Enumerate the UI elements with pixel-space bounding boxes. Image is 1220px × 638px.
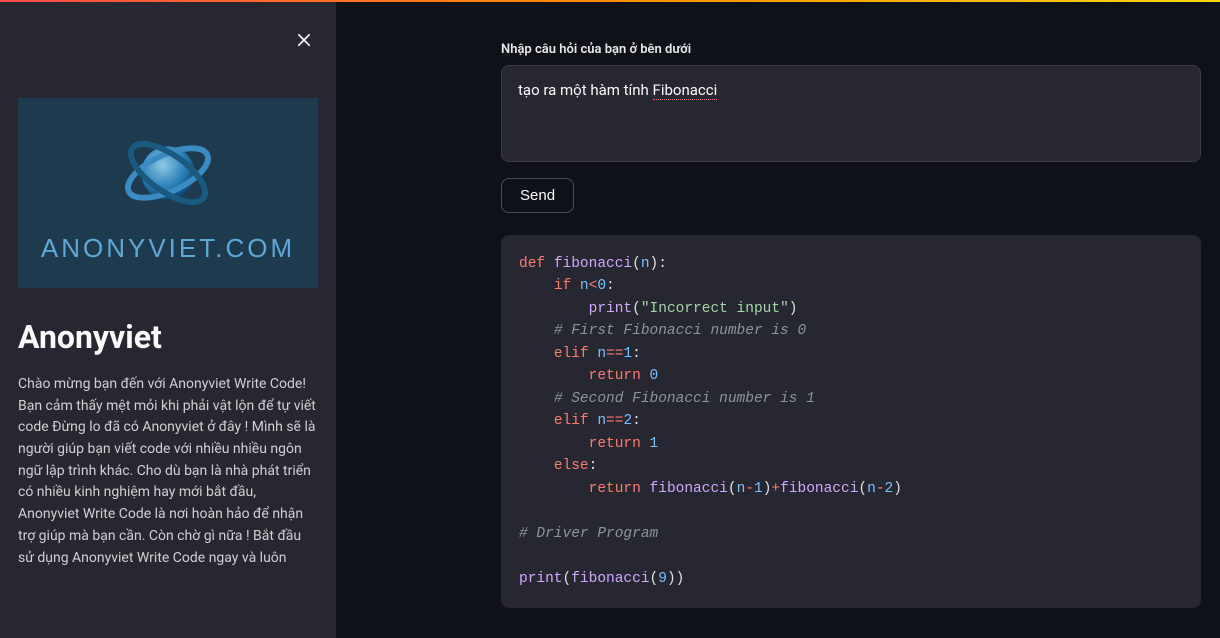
tok: 0 bbox=[597, 278, 606, 294]
tok: ( bbox=[728, 481, 737, 497]
tok: # First Fibonacci number is 0 bbox=[554, 323, 806, 339]
tok: ) bbox=[893, 481, 902, 497]
tok: == bbox=[606, 413, 623, 429]
tok: else bbox=[554, 458, 589, 474]
tok: == bbox=[606, 346, 623, 362]
tok: elif bbox=[554, 413, 589, 429]
tok: - bbox=[876, 481, 885, 497]
tok: 1 bbox=[623, 346, 632, 362]
tok: if bbox=[554, 278, 571, 294]
app-root: ANONYVIET.COM Anonyviet Chào mừng bạn đế… bbox=[0, 2, 1220, 638]
tok: 2 bbox=[885, 481, 894, 497]
close-sidebar-button[interactable] bbox=[290, 26, 318, 54]
tok: # Driver Program bbox=[519, 526, 658, 542]
close-icon bbox=[295, 31, 313, 49]
prompt-text-pre: tạo ra một hàm tính bbox=[518, 81, 653, 99]
tok: n bbox=[597, 413, 606, 429]
tok: : bbox=[589, 458, 598, 474]
tok: "Incorrect input" bbox=[641, 301, 789, 317]
main-inner: Nhập câu hỏi của bạn ở bên dưới tạo ra m… bbox=[501, 42, 1201, 608]
tok: : bbox=[606, 278, 615, 294]
tok: ( bbox=[563, 571, 572, 587]
tok: 1 bbox=[650, 436, 659, 452]
tok: : bbox=[632, 346, 641, 362]
tok: n bbox=[641, 256, 650, 272]
tok: 1 bbox=[754, 481, 763, 497]
tok: fibonacci bbox=[780, 481, 858, 497]
prompt-input[interactable]: tạo ra một hàm tính Fibonacci bbox=[501, 65, 1201, 162]
sidebar-description: Chào mừng bạn đến với Anonyviet Write Co… bbox=[18, 374, 318, 569]
tok: fibonacci bbox=[571, 571, 649, 587]
tok: # Second Fibonacci number is 1 bbox=[554, 391, 815, 407]
tok: print bbox=[589, 301, 633, 317]
globe-icon bbox=[118, 123, 218, 223]
tok: ( bbox=[858, 481, 867, 497]
tok: fibonacci bbox=[650, 481, 728, 497]
tok: ) bbox=[676, 571, 685, 587]
tok: return bbox=[589, 436, 641, 452]
sidebar: ANONYVIET.COM Anonyviet Chào mừng bạn đế… bbox=[0, 2, 336, 638]
tok: ( bbox=[632, 256, 641, 272]
tok: print bbox=[519, 571, 563, 587]
tok: elif bbox=[554, 346, 589, 362]
main-content: Nhập câu hỏi của bạn ở bên dưới tạo ra m… bbox=[336, 2, 1220, 638]
tok: 9 bbox=[658, 571, 667, 587]
logo-card: ANONYVIET.COM bbox=[18, 98, 318, 288]
tok: ( bbox=[632, 301, 641, 317]
code-output: def fibonacci(n): if n<0: print("Incorre… bbox=[501, 235, 1201, 608]
logo-text: ANONYVIET.COM bbox=[41, 233, 295, 264]
tok: - bbox=[745, 481, 754, 497]
tok: : bbox=[632, 413, 641, 429]
tok: + bbox=[771, 481, 780, 497]
tok: n bbox=[737, 481, 746, 497]
tok: 0 bbox=[650, 368, 659, 384]
tok: ) bbox=[650, 256, 659, 272]
tok: : bbox=[658, 256, 667, 272]
tok: return bbox=[589, 481, 641, 497]
send-button[interactable]: Send bbox=[501, 178, 574, 213]
tok: ) bbox=[789, 301, 798, 317]
prompt-text-fib: Fibonacci bbox=[653, 81, 718, 100]
tok: ( bbox=[650, 571, 659, 587]
tok: return bbox=[589, 368, 641, 384]
tok: n bbox=[580, 278, 589, 294]
tok: ) bbox=[667, 571, 676, 587]
tok: def bbox=[519, 256, 545, 272]
tok: n bbox=[597, 346, 606, 362]
tok: n bbox=[867, 481, 876, 497]
prompt-label: Nhập câu hỏi của bạn ở bên dưới bbox=[501, 42, 1201, 57]
tok: 2 bbox=[623, 413, 632, 429]
tok: fibonacci bbox=[554, 256, 632, 272]
sidebar-title: Anonyviet bbox=[18, 318, 318, 356]
